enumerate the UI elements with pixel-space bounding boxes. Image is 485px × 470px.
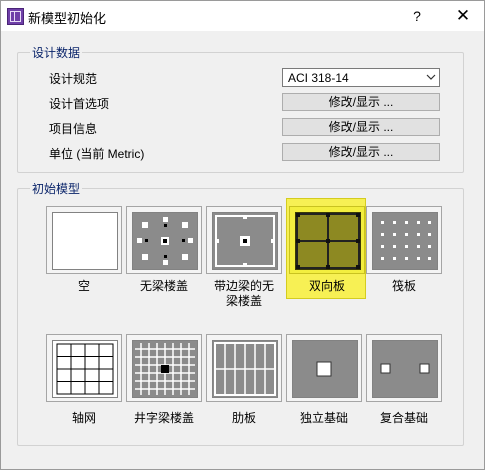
combined-footing-icon [380, 363, 430, 374]
template-mat[interactable] [366, 206, 442, 274]
mat-icon [381, 221, 431, 260]
template-isolated-footing[interactable] [286, 334, 362, 402]
new-model-dialog: 新模型初始化 ? ✕ 设计数据 设计规范 ACI 318-14 设计首选项 修改… [0, 0, 485, 470]
template-flat-slab-edge-beams-label: 带边梁的无 梁楼盖 [204, 279, 284, 309]
chevron-down-icon [426, 74, 436, 80]
mat-thumbnail [372, 212, 438, 270]
design-code-select[interactable]: ACI 318-14 [282, 68, 440, 87]
waffle-slab-icon [135, 343, 195, 395]
initial-model-label: 初始模型 [30, 180, 83, 197]
help-button[interactable]: ? [399, 1, 435, 31]
design-code-value: ACI 318-14 [288, 71, 349, 85]
template-combined-footing[interactable] [366, 334, 442, 402]
template-two-way-slab-label: 双向板 [308, 279, 345, 293]
two-way-slab-icon [296, 213, 360, 269]
title-bar: 新模型初始化 ? ✕ [1, 1, 484, 31]
template-grid-only[interactable] [46, 334, 122, 402]
units-modify-button[interactable]: 修改/显示 ... [282, 143, 440, 161]
caption-line-1: 带边梁的无 [213, 279, 274, 293]
grid-only-icon [56, 343, 114, 395]
waffle-slab-thumbnail [132, 340, 198, 398]
template-mat-label: 筏板 [391, 279, 416, 293]
ribbed-slab-thumbnail [212, 340, 278, 398]
combined-footing-thumbnail [372, 340, 438, 398]
template-flat-slab-edge-beams[interactable] [206, 206, 282, 274]
isolated-footing-icon [316, 361, 332, 377]
flat-slab-edge-beams-thumbnail [212, 212, 278, 270]
template-ribbed-slab[interactable] [206, 334, 282, 402]
template-blank[interactable] [46, 206, 122, 274]
grid-only-thumbnail [52, 340, 118, 398]
template-ribbed-slab-label: 肋板 [231, 411, 256, 425]
design-preferences-modify-button[interactable]: 修改/显示 ... [282, 93, 440, 111]
template-waffle-slab-label: 井字梁楼盖 [133, 411, 194, 425]
flat-slab-icon [137, 217, 193, 265]
app-icon [7, 8, 24, 25]
design-preferences-label: 设计首选项 [49, 97, 110, 111]
close-button[interactable]: ✕ [443, 1, 483, 31]
units-label: 单位 (当前 Metric) [49, 147, 145, 161]
design-data-label: 设计数据 [30, 44, 83, 61]
template-flat-slab[interactable] [126, 206, 202, 274]
window-title: 新模型初始化 [28, 11, 107, 26]
template-blank-label: 空 [77, 279, 90, 293]
ribbed-slab-icon [214, 342, 276, 396]
isolated-footing-thumbnail [292, 340, 358, 398]
template-isolated-footing-label: 独立基础 [299, 411, 348, 425]
design-code-label: 设计规范 [49, 72, 98, 86]
template-waffle-slab[interactable] [126, 334, 202, 402]
template-grid-only-label: 轴网 [71, 411, 96, 425]
flat-slab-edge-beams-icon [215, 215, 275, 267]
flat-slab-thumbnail [132, 212, 198, 270]
two-way-slab-thumbnail [295, 212, 361, 270]
template-combined-footing-label: 复合基础 [379, 411, 428, 425]
close-icon: ✕ [455, 6, 471, 25]
project-info-label: 项目信息 [49, 122, 98, 136]
template-flat-slab-label: 无梁楼盖 [139, 279, 188, 293]
project-info-modify-button[interactable]: 修改/显示 ... [282, 118, 440, 136]
caption-line-2: 梁楼盖 [225, 294, 262, 308]
blank-thumbnail [52, 212, 118, 270]
template-two-way-slab[interactable] [289, 206, 365, 274]
